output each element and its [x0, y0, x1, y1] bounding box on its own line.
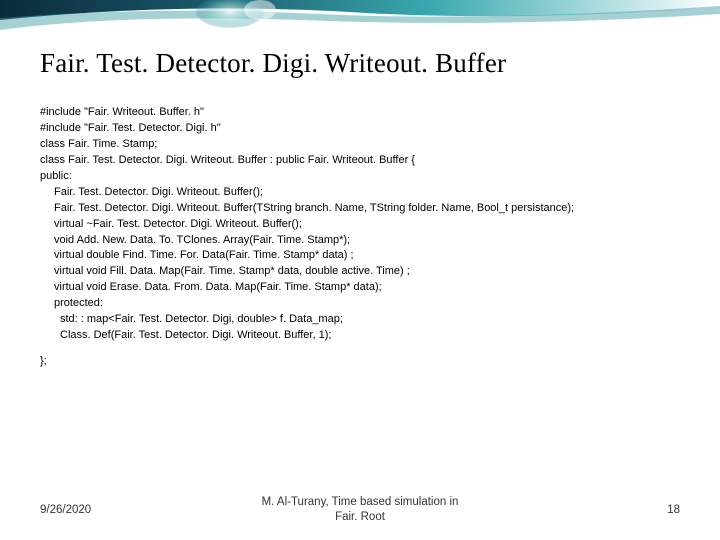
slide-title: Fair. Test. Detector. Digi. Writeout. Bu…	[40, 48, 680, 79]
slide-footer: 9/26/2020 M. Al-Turany, Time based simul…	[0, 495, 720, 526]
footer-line2: Fair. Root	[140, 510, 580, 526]
code-line: #include "Fair. Test. Detector. Digi. h"	[40, 121, 680, 137]
code-line: class Fair. Test. Detector. Digi. Writeo…	[40, 153, 680, 169]
footer-page-number: 18	[580, 504, 680, 516]
code-line: virtual void Fill. Data. Map(Fair. Time.…	[40, 264, 680, 280]
slide-header-graphic	[0, 0, 720, 38]
code-line: Fair. Test. Detector. Digi. Writeout. Bu…	[40, 185, 680, 201]
code-line: class Fair. Time. Stamp;	[40, 137, 680, 153]
code-line: Fair. Test. Detector. Digi. Writeout. Bu…	[40, 201, 680, 217]
code-listing: #include "Fair. Writeout. Buffer. h" #in…	[40, 105, 680, 370]
code-line: void Add. New. Data. To. TClones. Array(…	[40, 233, 680, 249]
code-line: virtual ~Fair. Test. Detector. Digi. Wri…	[40, 217, 680, 233]
code-line: public:	[40, 169, 680, 185]
code-line: #include "Fair. Writeout. Buffer. h"	[40, 105, 680, 121]
slide-content: Fair. Test. Detector. Digi. Writeout. Bu…	[0, 38, 720, 370]
code-line: };	[40, 354, 680, 370]
code-line: protected:	[40, 296, 680, 312]
footer-date: 9/26/2020	[40, 504, 140, 516]
code-line: std: : map<Fair. Test. Detector. Digi, d…	[40, 312, 680, 328]
footer-attribution: M. Al-Turany, Time based simulation in F…	[140, 495, 580, 526]
footer-line1: M. Al-Turany, Time based simulation in	[140, 495, 580, 511]
code-line: virtual double Find. Time. For. Data(Fai…	[40, 248, 680, 264]
code-line: Class. Def(Fair. Test. Detector. Digi. W…	[40, 328, 680, 344]
code-line: virtual void Erase. Data. From. Data. Ma…	[40, 280, 680, 296]
